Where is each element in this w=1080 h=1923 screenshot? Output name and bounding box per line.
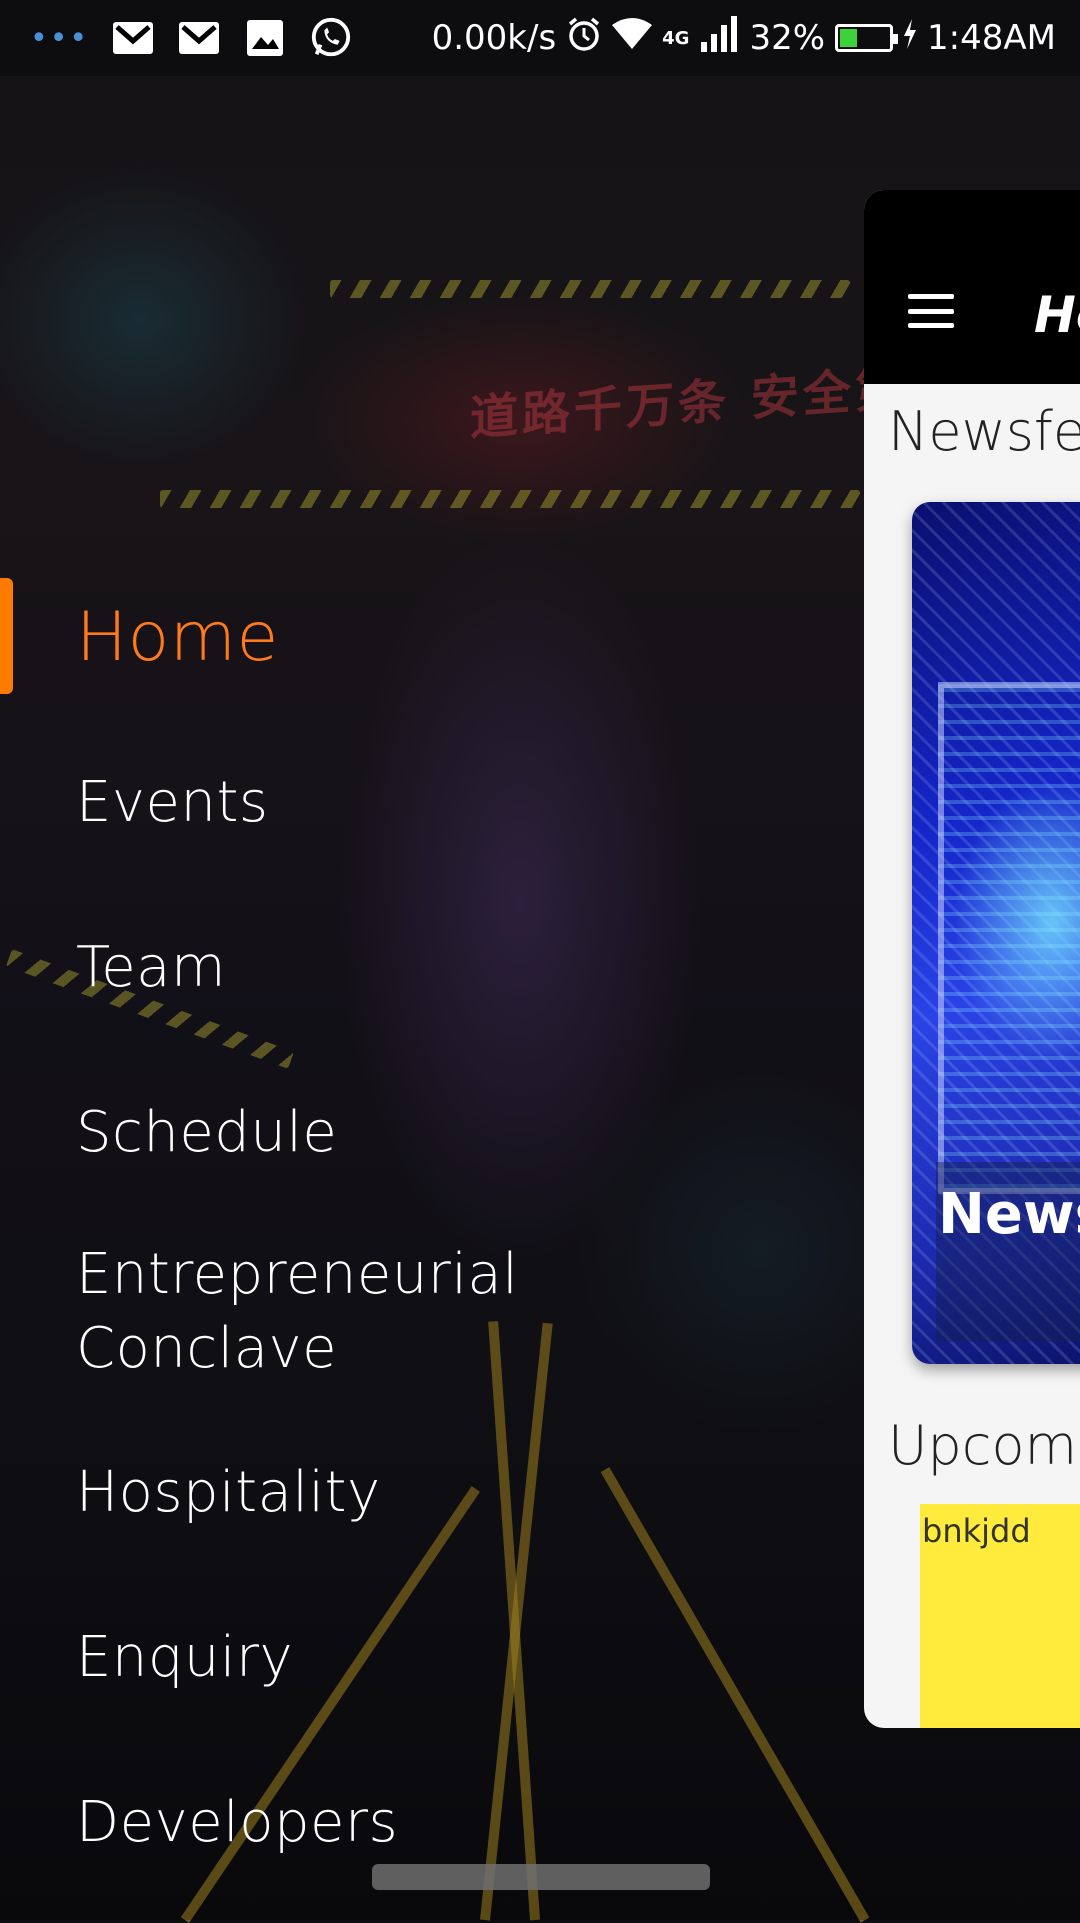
event-card-text: bnkjdd [922, 1512, 1031, 1550]
app-toolbar: Ho [864, 190, 1080, 384]
nav-item-developers[interactable]: Developers [76, 1786, 398, 1860]
nav-item-enquiry[interactable]: Enquiry [76, 1621, 293, 1695]
circuit-image [938, 682, 1080, 1194]
nav-item-events[interactable]: Events [76, 766, 269, 840]
nav-item-hospitality[interactable]: Hospitality [76, 1456, 381, 1530]
nav-item-entrepreneurial-conclave-line2[interactable]: Conclave [76, 1312, 337, 1386]
nav-item-team[interactable]: Team [76, 931, 226, 1005]
upcoming-heading: Upcom [888, 1414, 1078, 1477]
nav-item-schedule[interactable]: Schedule [76, 1096, 337, 1170]
toolbar-title: Ho [1034, 286, 1080, 344]
news-card-title: News [938, 1182, 1080, 1247]
navigation-drawer: Home Events Team Schedule Entrepreneuria… [0, 0, 864, 1920]
upcoming-event-card[interactable]: bnkjdd [920, 1504, 1080, 1728]
news-card[interactable]: News [912, 502, 1080, 1364]
newsfeed-heading: Newsfe [888, 400, 1080, 463]
active-item-indicator [0, 578, 13, 694]
home-indicator-bar[interactable] [372, 1864, 710, 1890]
clock-text: 1:48AM [927, 18, 1056, 58]
nav-item-entrepreneurial-conclave[interactable]: Entrepreneurial [76, 1238, 518, 1312]
main-screen-card[interactable]: Ho Newsfe News Upcom bnkjdd [864, 190, 1080, 1728]
charging-icon [903, 18, 917, 58]
nav-item-home[interactable]: Home [76, 601, 279, 675]
hamburger-menu-icon[interactable] [908, 294, 954, 328]
